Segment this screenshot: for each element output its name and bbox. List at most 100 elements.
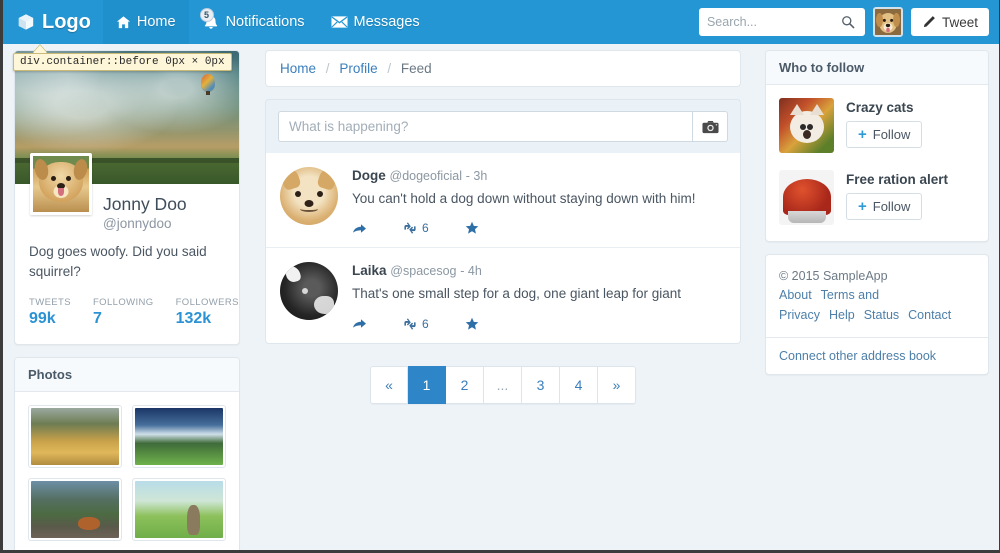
- home-icon: [116, 15, 131, 30]
- post-avatar-doge[interactable]: [280, 167, 338, 225]
- post-avatar-laika[interactable]: [280, 262, 338, 321]
- retweet-button[interactable]: 6: [403, 317, 429, 331]
- stat-tweets[interactable]: TWEETS 99k: [29, 297, 71, 328]
- favorite-button[interactable]: [465, 317, 479, 331]
- tweet-button[interactable]: Tweet: [910, 8, 989, 36]
- photo-thumbnail-4[interactable]: [132, 478, 226, 542]
- post-meta: Laika @spacesog - 4h: [352, 262, 726, 280]
- nav-items: Home 5 Notifications Messages: [102, 0, 433, 44]
- plus-icon: +: [858, 198, 867, 215]
- follow-button[interactable]: + Follow: [846, 121, 923, 148]
- stat-following[interactable]: FOLLOWING 7: [93, 297, 154, 328]
- search-input[interactable]: [706, 15, 841, 29]
- pagination-page-4[interactable]: 4: [560, 365, 598, 404]
- pagination-page-1[interactable]: 1: [408, 365, 446, 404]
- favorite-button[interactable]: [465, 221, 479, 235]
- follow-name: Crazy cats: [846, 100, 914, 115]
- nav-item-messages-label: Messages: [353, 14, 420, 30]
- footer-links: © 2015 SampleApp About Terms and Privacy H…: [766, 255, 988, 337]
- footer-link-row: About Terms and Privacy Help Status Contact: [779, 286, 975, 325]
- breadcrumb-item-profile[interactable]: Profile: [339, 61, 377, 76]
- post-handle[interactable]: @spacesog: [390, 264, 456, 278]
- pagination-page-2[interactable]: 2: [446, 365, 484, 404]
- top-navbar: Logo Home 5 Notifications Messages Searc…: [3, 0, 999, 44]
- footer-link-contact[interactable]: Contact: [908, 308, 951, 322]
- stat-following-value: 7: [92, 310, 102, 328]
- bell-icon: 5: [199, 8, 220, 31]
- follow-name: Free ration alert: [846, 172, 949, 187]
- dog-eye-right: [65, 176, 71, 182]
- post-author[interactable]: Laika: [352, 263, 387, 278]
- follow-button-label: Follow: [872, 199, 911, 214]
- profile-handle: @jonnydoo: [103, 216, 172, 231]
- envelope-icon: [331, 15, 348, 29]
- follow-avatar-food[interactable]: [779, 170, 834, 225]
- plus-icon: +: [858, 126, 867, 143]
- brand-logo[interactable]: Logo: [11, 0, 103, 44]
- post-text: That's one small step for a dog, one gia…: [352, 285, 682, 301]
- reply-arrow-icon: [353, 224, 366, 233]
- stat-tweets-value: 99k: [29, 310, 56, 328]
- photo-thumbnail-3[interactable]: [28, 478, 122, 542]
- reply-button[interactable]: [352, 222, 367, 235]
- nav-item-notifications[interactable]: 5 Notifications: [189, 0, 318, 44]
- retweet-button[interactable]: 6: [403, 221, 429, 235]
- stat-followers-label: FOLLOWERS: [175, 297, 239, 309]
- photos-title: Photos: [15, 358, 239, 393]
- follow-button[interactable]: + Follow: [846, 193, 923, 220]
- footer-link-about[interactable]: About: [779, 288, 812, 302]
- post-meta: Doge @dogeoficial - 3h: [352, 167, 726, 185]
- nav-item-messages[interactable]: Messages: [318, 0, 433, 44]
- brand-label: Logo: [42, 10, 91, 33]
- footer-link-status[interactable]: Status: [864, 308, 899, 322]
- photo-thumbnail-2[interactable]: [132, 405, 226, 469]
- pencil-icon: [922, 15, 936, 29]
- photo-thumbnail-1[interactable]: [28, 405, 122, 469]
- post-handle[interactable]: @dogeoficial: [390, 169, 462, 183]
- reply-button[interactable]: [352, 317, 367, 330]
- pagination-prev[interactable]: «: [370, 365, 408, 404]
- pagination-page-3[interactable]: 3: [522, 365, 560, 404]
- stat-followers[interactable]: FOLLOWERS 132k: [176, 297, 239, 328]
- stat-tweets-label: TWEETS: [29, 297, 71, 309]
- photos-grid: [15, 392, 239, 550]
- food-bowl-graphic: [787, 211, 826, 223]
- breadcrumb-item-home[interactable]: Home: [280, 61, 316, 76]
- dog-face-graphic: [39, 161, 83, 202]
- navbar-avatar[interactable]: [872, 7, 903, 37]
- profile-avatar[interactable]: [30, 153, 92, 215]
- nav-item-home-label: Home: [136, 14, 176, 30]
- composer-input[interactable]: [278, 111, 692, 142]
- footer-connect: Connect other address book: [766, 337, 988, 374]
- follow-button-label: Follow: [872, 127, 911, 142]
- post-author[interactable]: Doge: [352, 168, 386, 183]
- cat-head-graphic: [789, 103, 824, 143]
- pagination-next[interactable]: »: [598, 365, 636, 404]
- cat-mouth: [802, 130, 811, 140]
- profile-card: Jonny Doo @jonnydoo Dog goes woofy. Did …: [14, 50, 240, 346]
- footer-link-help[interactable]: Help: [829, 308, 855, 322]
- retweet-count: 6: [422, 221, 429, 236]
- post-actions: 6: [352, 221, 726, 235]
- feed-list: Doge @dogeoficial - 3h You can't hold a …: [265, 153, 741, 344]
- nav-item-home[interactable]: Home: [102, 0, 189, 44]
- breadcrumb-separator-2: /: [387, 61, 392, 76]
- post-composer: [265, 99, 741, 153]
- retweet-icon: [404, 318, 416, 330]
- doge-eye-left: [295, 190, 302, 197]
- stat-followers-value: 132k: [175, 310, 212, 328]
- camera-button[interactable]: [692, 111, 728, 142]
- connect-address-book-link[interactable]: Connect other address book: [779, 349, 936, 363]
- follow-avatar-cat[interactable]: [779, 98, 834, 153]
- photos-card: Photos: [14, 357, 240, 550]
- search-box[interactable]: [698, 8, 865, 36]
- feed-post: Laika @spacesog - 4h That's one small st…: [266, 248, 740, 342]
- left-sidebar: Jonny Doo @jonnydoo Dog goes woofy. Did …: [14, 50, 240, 550]
- doge-eye-right: [316, 190, 323, 197]
- laika-eye: [302, 287, 309, 294]
- star-icon: [465, 222, 478, 235]
- stat-following-label: FOLLOWING: [92, 297, 154, 309]
- magnifier-icon[interactable]: [841, 15, 855, 29]
- inspector-tooltip-arrow: [33, 45, 47, 53]
- follow-info: Crazy cats + Follow: [846, 98, 923, 153]
